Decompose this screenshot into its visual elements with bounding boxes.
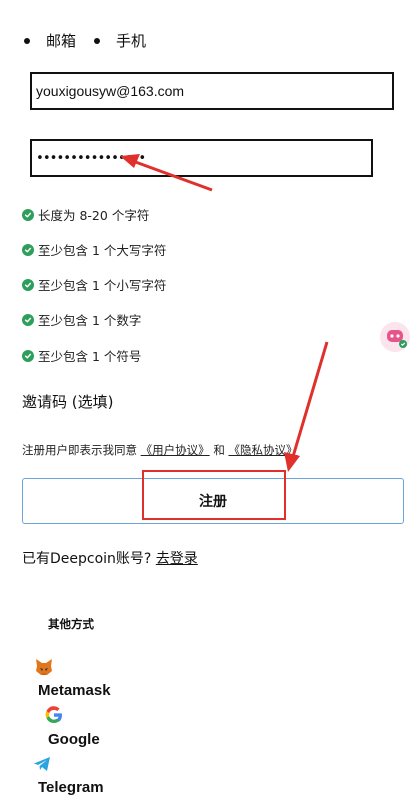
metamask-fox-icon[interactable]	[34, 657, 54, 677]
password-field[interactable]: ••••••••••••••••	[30, 139, 373, 177]
telegram-plane-icon[interactable]	[32, 754, 52, 774]
invite-code-label: 邀请码 (选填)	[22, 393, 114, 411]
check-circle-icon	[22, 349, 34, 362]
agreement-text: 注册用户即表示我同意 《用户协议》 和 《隐私协议》	[22, 442, 297, 458]
google-label[interactable]: Google	[48, 731, 100, 748]
tab-phone[interactable]: 手机	[94, 30, 146, 51]
password-rule: 至少包含 1 个数字	[22, 310, 141, 329]
login-prompt: 已有Deepcoin账号? 去登录	[22, 548, 198, 568]
floating-helper-button[interactable]	[380, 322, 410, 352]
privacy-agreement-link[interactable]: 《隐私协议》	[228, 443, 297, 457]
password-rule: 至少包含 1 个小写字符	[22, 275, 166, 294]
email-field[interactable]: youxigousyw@163.com	[30, 72, 394, 110]
tab-phone-label: 手机	[116, 32, 147, 50]
user-agreement-link[interactable]: 《用户协议》	[141, 443, 210, 457]
google-g-icon[interactable]	[44, 705, 64, 725]
password-rule-label: 至少包含 1 个小写字符	[38, 278, 167, 293]
bullet-icon	[24, 37, 30, 44]
register-button[interactable]: 注册	[22, 478, 404, 524]
tab-email-label: 邮箱	[46, 32, 77, 50]
bullet-icon	[94, 37, 100, 44]
password-rule: 长度为 8-20 个字符	[22, 205, 149, 224]
password-rule: 至少包含 1 个大写字符	[22, 240, 166, 259]
password-rule-label: 长度为 8-20 个字符	[38, 208, 150, 223]
check-circle-icon	[22, 243, 34, 256]
email-value: youxigousyw@163.com	[36, 83, 185, 99]
tab-email[interactable]: 邮箱	[24, 30, 76, 51]
check-circle-icon	[22, 208, 34, 221]
agreement-prefix: 注册用户即表示我同意	[22, 443, 137, 457]
login-link[interactable]: 去登录	[156, 551, 198, 567]
password-rule-label: 至少包含 1 个符号	[38, 349, 142, 364]
password-rule-label: 至少包含 1 个数字	[38, 313, 142, 328]
other-methods-title: 其他方式	[48, 617, 94, 631]
password-value: ••••••••••••••••	[36, 150, 146, 166]
check-circle-icon	[22, 278, 34, 291]
invite-code-toggle[interactable]: 邀请码 (选填)	[22, 391, 113, 412]
register-button-label: 注册	[199, 494, 227, 510]
metamask-label[interactable]: Metamask	[38, 682, 111, 699]
password-rule-label: 至少包含 1 个大写字符	[38, 243, 167, 258]
agreement-and: 和	[213, 443, 225, 457]
password-rule: 至少包含 1 个符号	[22, 346, 141, 365]
assistant-icon	[387, 330, 407, 348]
check-circle-icon	[22, 313, 34, 326]
telegram-label[interactable]: Telegram	[38, 779, 104, 796]
login-prompt-text: 已有Deepcoin账号?	[22, 551, 152, 567]
